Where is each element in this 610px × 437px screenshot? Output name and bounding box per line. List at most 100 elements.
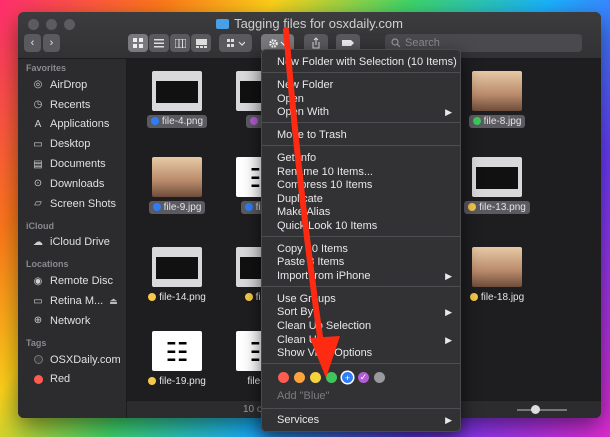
color-tag-dot	[152, 203, 161, 211]
menu-item-label: Paste 3 Items	[277, 256, 345, 268]
tag-icon	[342, 40, 354, 46]
grid-icon	[133, 38, 143, 48]
menu-item-show-view-options[interactable]: Show View Options	[277, 347, 452, 360]
sidebar-item-recents[interactable]: ◷ Recents	[18, 95, 126, 115]
sidebar-item-label: Documents	[50, 158, 106, 171]
menu-tag-color[interactable]	[310, 372, 321, 383]
menu-item-use-groups[interactable]: Use Groups	[277, 293, 452, 306]
color-tag-dot	[244, 293, 253, 301]
sidebar-item-icloud-drive[interactable]: ☁ iCloud Drive	[18, 233, 126, 253]
file-thumbnail[interactable]	[152, 331, 202, 371]
menu-item-new-folder-with-selection-10-items[interactable]: New Folder with Selection (10 Items)	[277, 56, 457, 69]
menu-item-label: Clean Up	[277, 334, 323, 346]
file-name-text: file-18.jpg	[480, 292, 525, 303]
gallery-view-button[interactable]	[191, 34, 211, 52]
file-thumbnail[interactable]	[152, 247, 202, 287]
file-name-text: file-13.png	[479, 202, 526, 213]
menu-tag-color[interactable]	[278, 372, 289, 383]
menu-item-label: Services	[277, 414, 320, 426]
icon-size-slider[interactable]	[517, 405, 567, 414]
file-thumbnail[interactable]	[472, 157, 522, 197]
menu-item-open[interactable]: Open	[277, 93, 452, 106]
menu-item-duplicate[interactable]: Duplicate	[277, 193, 452, 206]
window-title: Tagging files for osxdaily.com	[18, 16, 601, 31]
color-tag-dot	[472, 117, 481, 125]
slider-knob[interactable]	[531, 405, 540, 414]
list-icon	[154, 38, 164, 47]
sidebar-item-screen-shots[interactable]: ▱ Screen Shots	[18, 194, 126, 214]
menu-item-make-alias[interactable]: Make Alias	[277, 206, 452, 219]
menu-item-move-to-trash[interactable]: Move to Trash	[277, 129, 452, 142]
menu-tag-color[interactable]	[326, 372, 337, 383]
group-by-button[interactable]	[219, 34, 252, 52]
sidebar-item-airdrop[interactable]: ◎ AirDrop	[18, 75, 126, 95]
sidebar: Favorites ◎ AirDrop ◷ Recents A Applications ▭…	[18, 59, 127, 418]
desktop-icon: ▭	[33, 138, 43, 150]
sidebar-item-label: Retina M...	[50, 295, 104, 308]
sidebar-item-osxdaily-com[interactable]: OSXDaily.com	[18, 350, 126, 370]
menu-item-open-with[interactable]: Open With ▶	[277, 106, 452, 119]
menu-item-copy-10-items[interactable]: Copy 10 Items	[277, 243, 452, 256]
menu-item-label: Compress 10 Items	[277, 179, 373, 191]
menu-item-label: New Folder	[277, 79, 334, 91]
menu-item-label: Get Info	[277, 152, 317, 164]
sidebar-item-red[interactable]: Red	[18, 370, 126, 390]
sidebar-item-desktop[interactable]: ▭ Desktop	[18, 134, 126, 154]
menu-item-import-from-iphone[interactable]: Import from iPhone ▶	[277, 270, 452, 283]
list-view-button[interactable]	[149, 34, 169, 52]
search-icon	[391, 38, 401, 48]
menu-item-label: Use Groups	[277, 293, 336, 305]
sidebar-item-label: Remote Disc	[50, 275, 113, 288]
file-item[interactable]: file-13.png	[447, 157, 547, 215]
folder-icon	[216, 19, 230, 29]
action-context-menu: + ✓ New Folder with Selection (10 Items) N…	[261, 49, 461, 432]
file-thumbnail[interactable]	[152, 71, 202, 111]
menu-item-label: Sort By	[277, 306, 314, 318]
sidebar-item-retina-m[interactable]: ▭ Retina M... ⏏	[18, 291, 126, 311]
menu-tag-color[interactable]	[374, 372, 385, 383]
menu-item-quick-look-10-items[interactable]: Quick Look 10 Items	[277, 220, 452, 233]
sidebar-item-network[interactable]: ⊕ Network	[18, 311, 126, 331]
folder-icon: ▱	[34, 198, 42, 210]
menu-tag-color[interactable]: ✓	[358, 372, 369, 383]
menu-tag-color[interactable]	[294, 372, 305, 383]
menu-item-paste-3-items[interactable]: Paste 3 Items	[277, 256, 452, 269]
sidebar-item-label: iCloud Drive	[50, 236, 110, 249]
file-thumbnail[interactable]	[152, 157, 202, 197]
disc-icon: ◉	[33, 275, 43, 287]
menu-tag-color[interactable]: +	[342, 372, 353, 383]
color-tag-dot	[468, 203, 477, 211]
file-item[interactable]: file-18.jpg	[447, 247, 547, 305]
sidebar-item-label: AirDrop	[50, 78, 88, 91]
menu-item-clean-up[interactable]: Clean Up ▶	[277, 334, 452, 347]
back-button[interactable]: ‹	[24, 34, 41, 52]
sidebar-item-downloads[interactable]: ⊙ Downloads	[18, 174, 126, 194]
menu-item-get-info[interactable]: Get Info	[277, 152, 452, 165]
sidebar-item-remote-disc[interactable]: ◉ Remote Disc	[18, 271, 126, 291]
file-item[interactable]: file-8.jpg	[447, 71, 547, 129]
menu-item-new-folder[interactable]: New Folder	[277, 79, 452, 92]
file-thumbnail[interactable]	[472, 71, 522, 111]
sidebar-item-documents[interactable]: ▤ Documents	[18, 154, 126, 174]
eject-icon[interactable]: ⏏	[109, 296, 118, 307]
file-name-label: file-8.jpg	[468, 115, 526, 128]
menu-separator	[262, 236, 460, 237]
forward-button[interactable]: ›	[43, 34, 60, 52]
color-tag-dot	[148, 293, 157, 301]
file-thumbnail[interactable]	[472, 247, 522, 287]
network-icon: ⊕	[33, 315, 43, 327]
menu-item-label: Open	[277, 93, 304, 105]
tag-dot-icon	[32, 373, 44, 385]
menu-item-clean-up-selection[interactable]: Clean Up Selection	[277, 320, 452, 333]
menu-item-sort-by[interactable]: Sort By ▶	[277, 306, 452, 319]
sidebar-item-applications[interactable]: A Applications	[18, 115, 126, 135]
menu-item-rename-10-items[interactable]: Rename 10 Items...	[277, 166, 452, 179]
submenu-arrow-icon: ▶	[445, 271, 452, 281]
menu-item-services[interactable]: Services ▶	[277, 414, 452, 427]
share-icon	[312, 37, 320, 49]
locations-header: Locations	[26, 259, 69, 270]
menu-item-compress-10-items[interactable]: Compress 10 Items	[277, 179, 452, 192]
menu-item-label: Make Alias	[277, 206, 331, 218]
icon-view-button[interactable]	[128, 34, 148, 52]
column-view-button[interactable]	[170, 34, 190, 52]
